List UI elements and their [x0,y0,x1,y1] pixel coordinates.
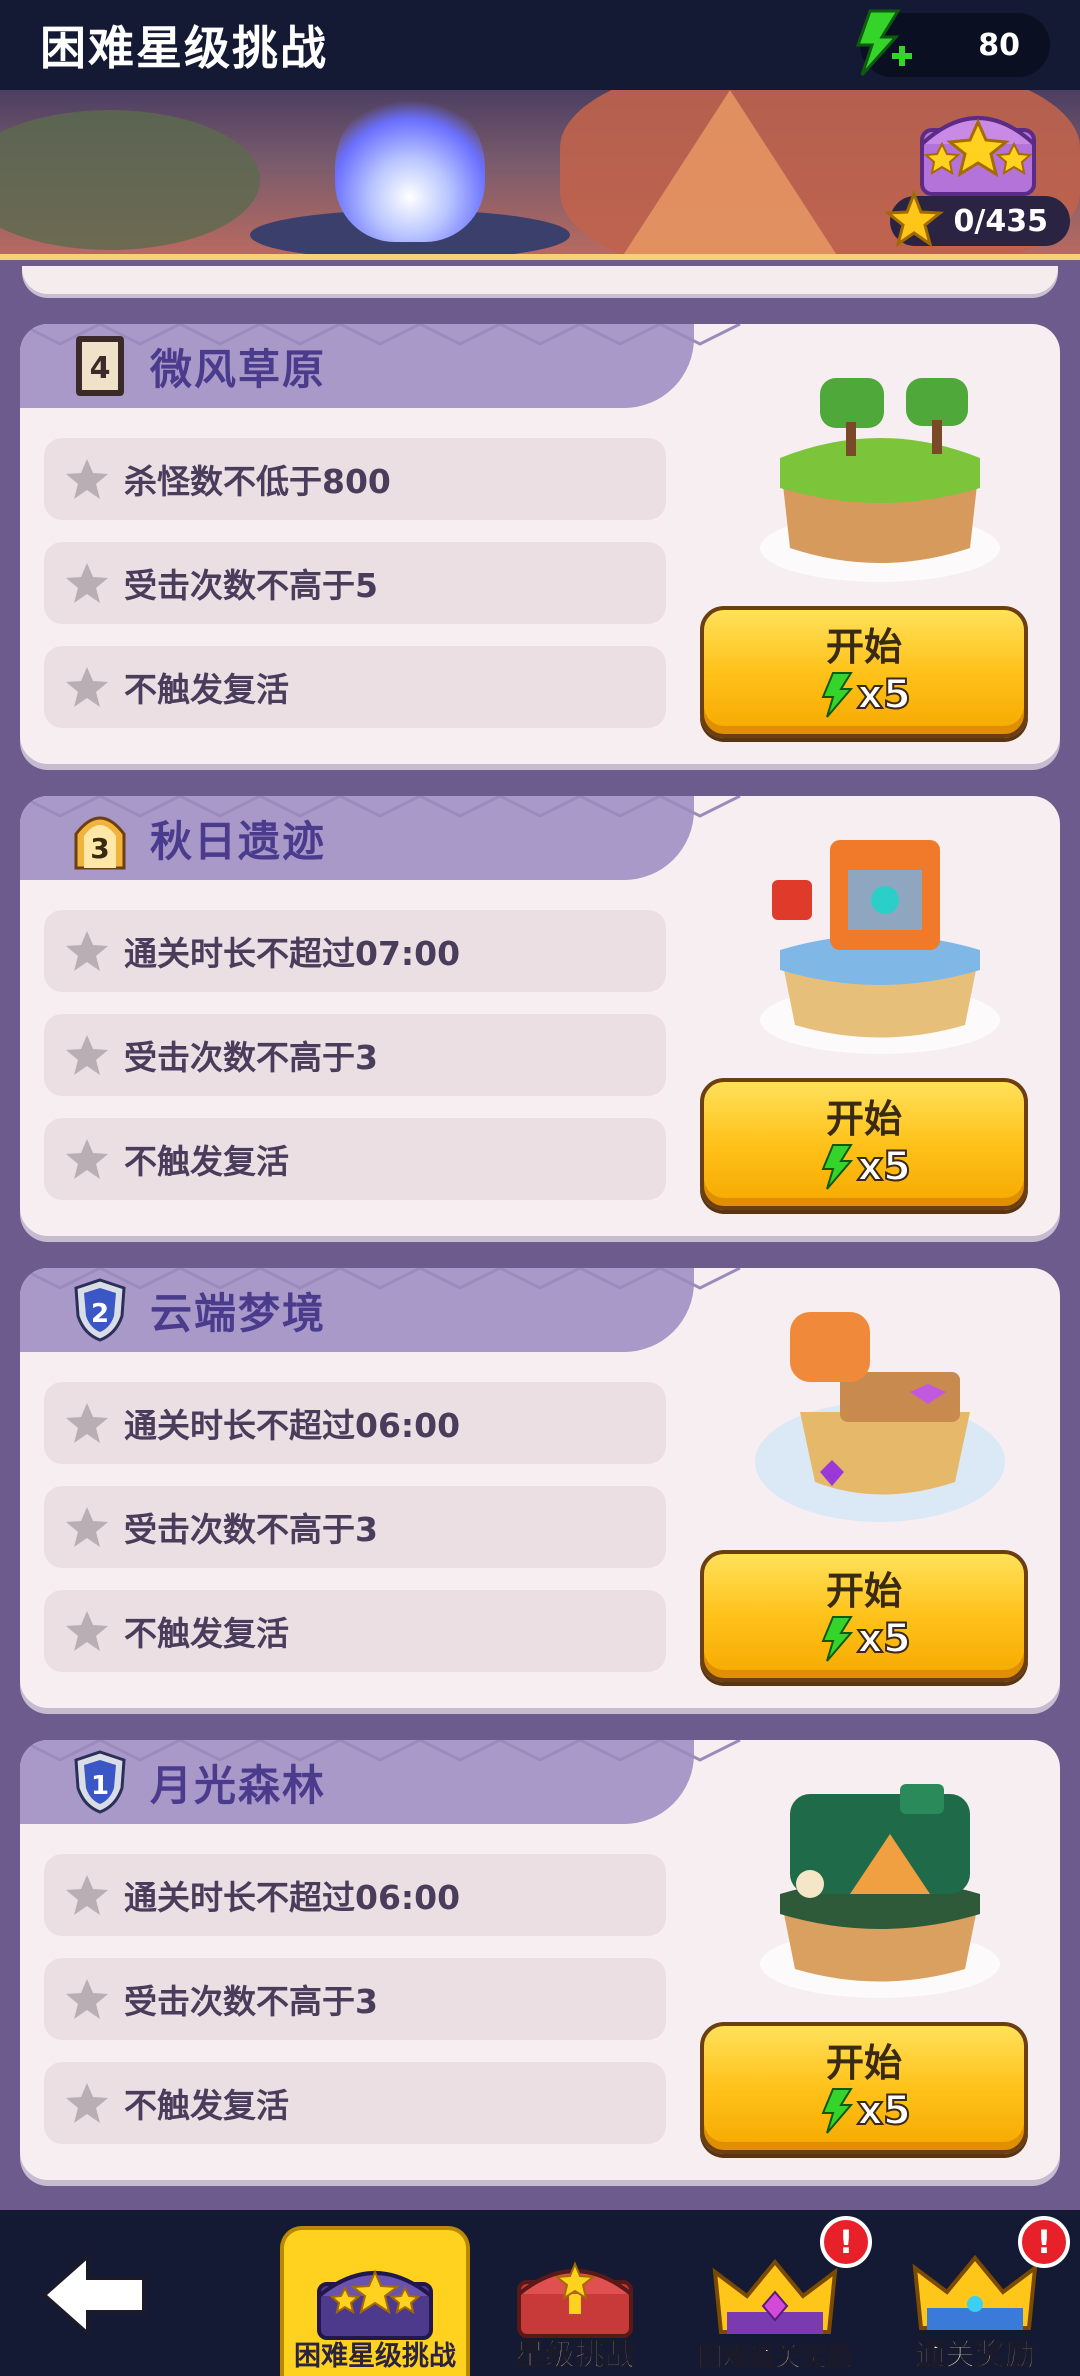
tab-star-challenge[interactable]: 星级挑战 [480,2226,670,2376]
level-card-2: 2 云端梦境 通关时长不超过06:00 受击次数不高于3 不触发复活 开始 x5 [20,1268,1060,1708]
star-icon [884,190,944,248]
ruins-island-icon [760,840,1000,1054]
star-outline-icon [66,459,108,499]
meadow-island-icon [760,378,1000,582]
star-outline-icon [66,1139,108,1179]
star-outline-icon [66,1403,108,1443]
bottom-nav: 困难星级挑战 星级挑战 困难通关奖励 ! 通关奖励 ! [0,2210,1080,2376]
level-name: 月光森林 [150,1760,327,1810]
red-chest-icon [517,2261,633,2338]
cloud-island-icon [755,1312,1005,1522]
level-card-3: 3 秋日遗迹 通关时长不超过07:00 受击次数不高于3 不触发复活 开始 x5 [20,796,1060,1236]
alert-badge: ! [820,2216,872,2268]
start-button[interactable]: 开始 x5 [700,2022,1028,2154]
hourglass-badge-icon: 4 [76,336,124,396]
star-outline-icon [66,563,108,603]
star-outline-icon [66,1507,108,1547]
door-badge-icon: 3 [74,816,126,870]
top-bar: 困难星级挑战 80 [0,0,1080,90]
energy-icon [821,672,854,718]
level-list[interactable]: 4 微风草原 杀怪数不低于800 受击次数不高于5 不触发复活 开始 x5 3 … [0,266,1080,2206]
requirement-row: 不触发复活 [44,646,666,728]
svg-text:3: 3 [90,832,109,865]
star-chest-icon[interactable] [912,100,1044,200]
level-card-4: 4 微风草原 杀怪数不低于800 受击次数不高于5 不触发复活 开始 x5 [20,324,1060,764]
star-outline-icon [66,667,108,707]
energy-plus-icon[interactable] [840,7,920,83]
page-title: 困难星级挑战 [40,21,328,75]
requirement-row: 通关时长不超过07:00 [44,910,666,992]
star-outline-icon [66,2083,108,2123]
level-name: 云端梦境 [150,1288,327,1338]
requirement-row: 不触发复活 [44,1590,666,1672]
alert-badge: ! [1018,2216,1070,2268]
campfire-icon [335,92,485,242]
energy-value: 80 [978,27,1020,63]
star-progress-value: 0/435 [953,203,1048,239]
level-name: 微风草原 [150,344,327,394]
shield-badge-icon: 2 [74,1278,126,1342]
requirement-row: 杀怪数不低于800 [44,438,666,520]
forest-island-icon [760,1784,1000,1998]
start-button[interactable]: 开始 x5 [700,606,1028,738]
purple-crown-icon [712,2258,838,2334]
level-card-header: 3 秋日遗迹 [20,796,741,880]
requirement-row: 受击次数不高于5 [44,542,666,624]
level-card-1: 1 月光森林 通关时长不超过06:00 受击次数不高于3 不触发复活 开始 x5 [20,1740,1060,2180]
requirement-row: 不触发复活 [44,2062,666,2144]
svg-text:2: 2 [91,1299,109,1329]
purple-chest-icon [317,2269,433,2340]
energy-icon [821,1616,854,1662]
tab-hard-star-challenge[interactable]: 困难星级挑战 [280,2226,470,2376]
requirement-row: 不触发复活 [44,1118,666,1200]
level-card-header: 4 微风草原 [20,324,741,408]
energy-icon [821,1144,854,1190]
level-card-header: 2 云端梦境 [20,1268,741,1352]
energy-icon [821,2088,854,2134]
star-outline-icon [66,1611,108,1651]
requirement-row: 受击次数不高于3 [44,1014,666,1096]
star-outline-icon [66,931,108,971]
start-button[interactable]: 开始 x5 [700,1078,1028,1210]
star-outline-icon [66,1979,108,2019]
requirement-row: 受击次数不高于3 [44,1958,666,2040]
requirement-row: 通关时长不超过06:00 [44,1854,666,1936]
shield-badge-icon: 1 [74,1750,126,1814]
requirement-row: 受击次数不高于3 [44,1486,666,1568]
level-card-header: 1 月光森林 [20,1740,741,1824]
start-button[interactable]: 开始 x5 [700,1550,1028,1682]
energy-counter[interactable]: 80 [855,9,1050,77]
star-progress-counter: 0/435 [884,190,1070,248]
crown-icon [912,2254,1038,2330]
back-arrow-icon[interactable] [40,2250,150,2340]
star-outline-icon [66,1875,108,1915]
star-outline-icon [66,1035,108,1075]
requirement-row: 通关时长不超过06:00 [44,1382,666,1464]
level-name: 秋日遗迹 [150,816,327,866]
svg-text:4: 4 [90,351,111,386]
previous-card-edge [22,266,1058,294]
svg-text:1: 1 [91,1771,109,1801]
